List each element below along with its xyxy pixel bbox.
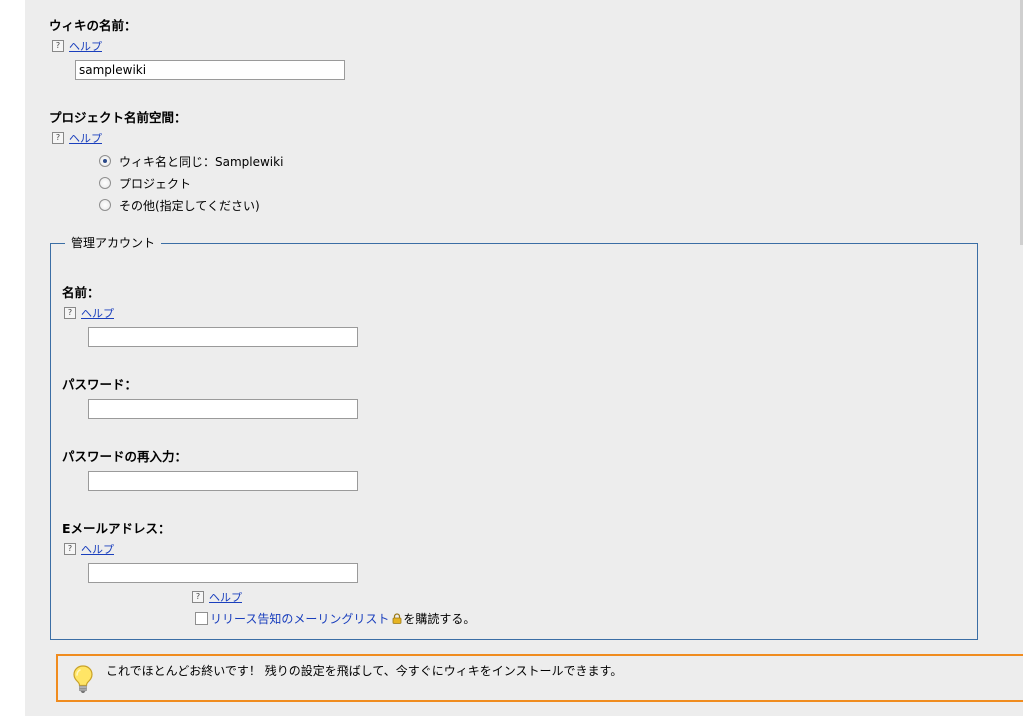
password-confirm-label: パスワードの再入力： (62, 449, 188, 464)
email-help-link[interactable]: ヘルプ (81, 541, 114, 557)
question-box-icon: ? (64, 543, 76, 555)
radio-button-selected[interactable] (99, 155, 111, 167)
namespace-option-project[interactable]: プロジェクト (99, 174, 191, 192)
config-form: ウィキの名前： ? ヘルプ プロジェクト名前空間： ? ヘルプ ウィキ名と同じ：… (25, 0, 1023, 716)
subscribe-help: ? ヘルプ (192, 590, 242, 604)
lock-icon (393, 612, 402, 624)
subscribe-row: リリース告知のメーリングリスト を購読する。 (195, 610, 475, 626)
namespace-option-label: その他(指定してください) (119, 198, 260, 213)
email-label: Eメールアドレス： (62, 521, 171, 536)
namespace-help-link[interactable]: ヘルプ (69, 130, 102, 146)
lightbulb-icon (73, 665, 93, 693)
admin-name-help: ? ヘルプ (64, 306, 114, 320)
question-box-icon: ? (192, 591, 204, 603)
question-box-icon: ? (64, 307, 76, 319)
namespace-option-label: プロジェクト (119, 176, 192, 191)
admin-account-legend: 管理アカウント (65, 236, 162, 250)
email-input[interactable] (88, 563, 358, 583)
password-input[interactable] (88, 399, 358, 419)
wiki-name-input[interactable] (75, 60, 345, 80)
admin-name-input[interactable] (88, 327, 358, 347)
namespace-option-label: ウィキ名と同じ：Samplewiki (119, 154, 284, 169)
wiki-name-help-link[interactable]: ヘルプ (69, 38, 102, 54)
admin-name-label: 名前： (62, 285, 100, 300)
email-help: ? ヘルプ (64, 542, 114, 556)
wiki-name-help: ? ヘルプ (52, 39, 102, 53)
notice-text: これでほとんどお終いです！ 残りの設定を飛ばして、今すぐにウィキをインストールで… (106, 664, 623, 678)
radio-button[interactable] (99, 177, 111, 189)
namespace-help: ? ヘルプ (52, 131, 102, 145)
skip-install-notice: これでほとんどお終いです！ 残りの設定を飛ばして、今すぐにウィキをインストールで… (56, 654, 1023, 702)
mailing-list-link[interactable]: リリース告知のメーリングリスト (210, 610, 389, 627)
admin-name-help-link[interactable]: ヘルプ (81, 305, 114, 321)
namespace-option-same[interactable]: ウィキ名と同じ：Samplewiki (99, 152, 283, 170)
question-box-icon: ? (52, 132, 64, 144)
question-box-icon: ? (52, 40, 64, 52)
radio-button[interactable] (99, 199, 111, 211)
page: ウィキの名前： ? ヘルプ プロジェクト名前空間： ? ヘルプ ウィキ名と同じ：… (0, 0, 1023, 716)
wiki-name-label: ウィキの名前： (49, 18, 137, 33)
namespace-label: プロジェクト名前空間： (49, 110, 187, 125)
password-confirm-input[interactable] (88, 471, 358, 491)
password-label: パスワード： (62, 377, 138, 392)
subscribe-help-link[interactable]: ヘルプ (209, 589, 242, 605)
namespace-option-other[interactable]: その他(指定してください) (99, 196, 260, 214)
subscribe-suffix: を購読する。 (403, 611, 476, 626)
subscribe-checkbox[interactable] (195, 611, 208, 625)
